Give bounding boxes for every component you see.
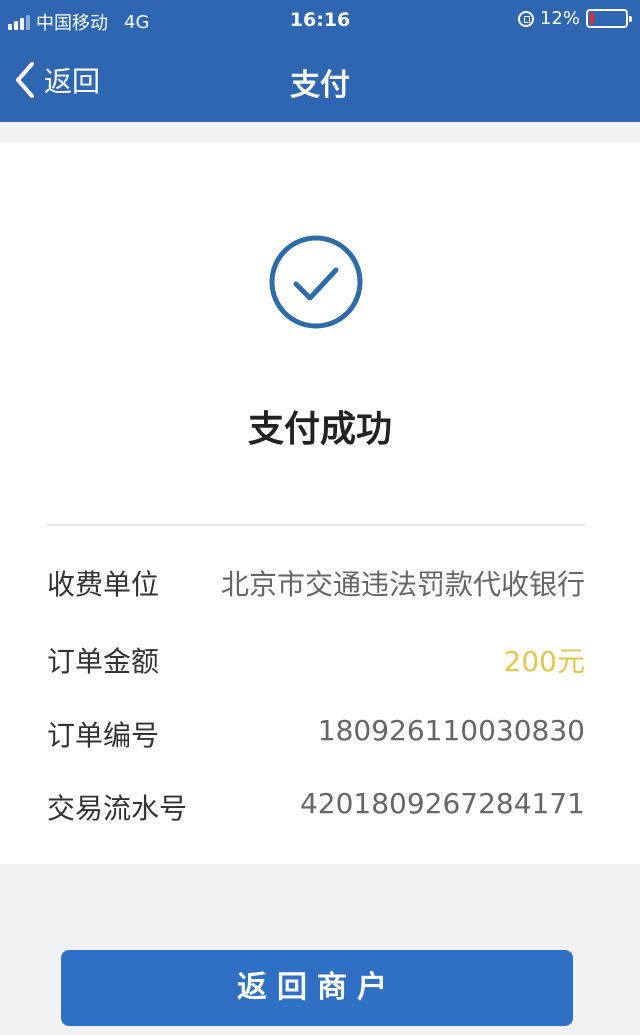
battery-level — [590, 13, 594, 24]
payee-label: 收费单位 — [47, 568, 160, 601]
success-title: 支付成功 — [247, 409, 392, 450]
order-number-label: 订单编号 — [47, 719, 160, 752]
amount-value: 200元 — [503, 645, 585, 678]
payee-value: 北京市交通违法罚款代收银行 — [220, 568, 585, 601]
nav-bar: 返回 支付 — [0, 40, 640, 122]
divider — [47, 524, 585, 526]
payment-result-card: 支付成功 收费单位 北京市交通违法罚款代收银行 订单金额 200元 订单编号 1… — [0, 142, 640, 864]
return-to-merchant-button[interactable]: 返回商户 — [61, 950, 573, 1026]
page-title: 支付 — [290, 68, 350, 103]
status-bar: 中国移动 4G 16:16 12% — [0, 0, 640, 40]
battery-percent: 12% — [539, 8, 580, 29]
check-circle-icon — [269, 235, 363, 329]
battery-tip — [629, 16, 632, 22]
amount-label: 订单金额 — [47, 645, 160, 678]
detail-row-transaction-id: 交易流水号 4201809267284171 — [47, 787, 585, 827]
detail-row-payee: 收费单位 北京市交通违法罚款代收银行 — [47, 563, 585, 603]
battery-icon — [586, 9, 632, 28]
status-right: 12% — [517, 8, 632, 29]
order-number-value: 180926110030830 — [317, 714, 585, 747]
transaction-id-label: 交易流水号 — [47, 792, 188, 825]
transaction-id-value: 4201809267284171 — [299, 787, 585, 820]
app-header: 中国移动 4G 16:16 12% 返回 支付 — [0, 0, 640, 122]
detail-row-order-number: 订单编号 180926110030830 — [47, 714, 585, 754]
rotation-lock-icon — [517, 10, 534, 27]
detail-row-amount: 订单金额 200元 — [47, 640, 585, 680]
